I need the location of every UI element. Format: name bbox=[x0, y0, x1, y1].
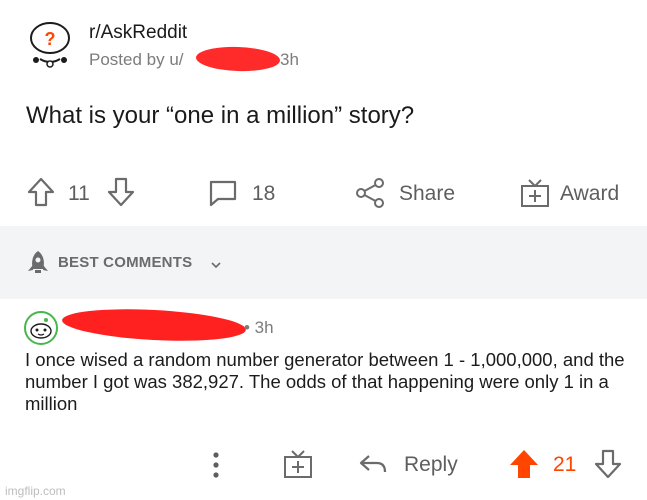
share-label[interactable]: Share bbox=[399, 182, 455, 206]
comments-button[interactable] bbox=[207, 178, 239, 208]
commenter-avatar[interactable] bbox=[24, 311, 58, 350]
comment-time: • 3h bbox=[244, 318, 274, 337]
rocket-icon bbox=[26, 249, 50, 280]
chevron-down-icon[interactable] bbox=[210, 257, 222, 275]
award-button[interactable] bbox=[519, 177, 551, 209]
sort-label[interactable]: BEST COMMENTS bbox=[58, 254, 192, 271]
award-label[interactable]: Award bbox=[560, 182, 619, 206]
subreddit-name[interactable]: r/AskReddit bbox=[89, 22, 187, 44]
downvote-icon bbox=[594, 449, 622, 479]
downvote-button[interactable] bbox=[106, 176, 136, 208]
comment-vote-count: 21 bbox=[553, 453, 577, 476]
share-button[interactable] bbox=[355, 177, 385, 209]
more-options-icon bbox=[213, 452, 219, 478]
comment-upvote-button[interactable] bbox=[508, 448, 540, 485]
upvote-icon bbox=[27, 177, 55, 207]
comment-award-button[interactable] bbox=[282, 448, 314, 485]
upvote-icon bbox=[510, 450, 538, 478]
reply-button[interactable] bbox=[357, 450, 389, 478]
more-options-button[interactable] bbox=[211, 450, 221, 485]
share-icon bbox=[356, 178, 384, 208]
subreddit-avatar[interactable]: ? bbox=[24, 18, 76, 70]
comment-downvote-button[interactable] bbox=[593, 448, 623, 485]
comment-icon bbox=[209, 180, 237, 207]
post-title[interactable]: What is your “one in a million” story? bbox=[26, 102, 414, 130]
svg-text:?: ? bbox=[45, 29, 56, 49]
downvote-icon bbox=[107, 177, 135, 207]
upvote-button[interactable] bbox=[26, 176, 56, 208]
award-icon bbox=[284, 450, 312, 478]
award-icon bbox=[521, 179, 549, 207]
comment-body: I once wised a random number generator b… bbox=[25, 349, 625, 414]
redaction-mark bbox=[195, 45, 281, 73]
comment-count: 18 bbox=[252, 182, 276, 205]
redaction-mark bbox=[61, 305, 247, 345]
reply-icon bbox=[359, 455, 387, 473]
watermark: imgflip.com bbox=[5, 484, 66, 498]
post-vote-count: 11 bbox=[68, 182, 90, 205]
post-time: 3h bbox=[280, 50, 299, 69]
reply-label[interactable]: Reply bbox=[404, 453, 458, 477]
posted-by: Posted by u/ bbox=[89, 50, 184, 69]
